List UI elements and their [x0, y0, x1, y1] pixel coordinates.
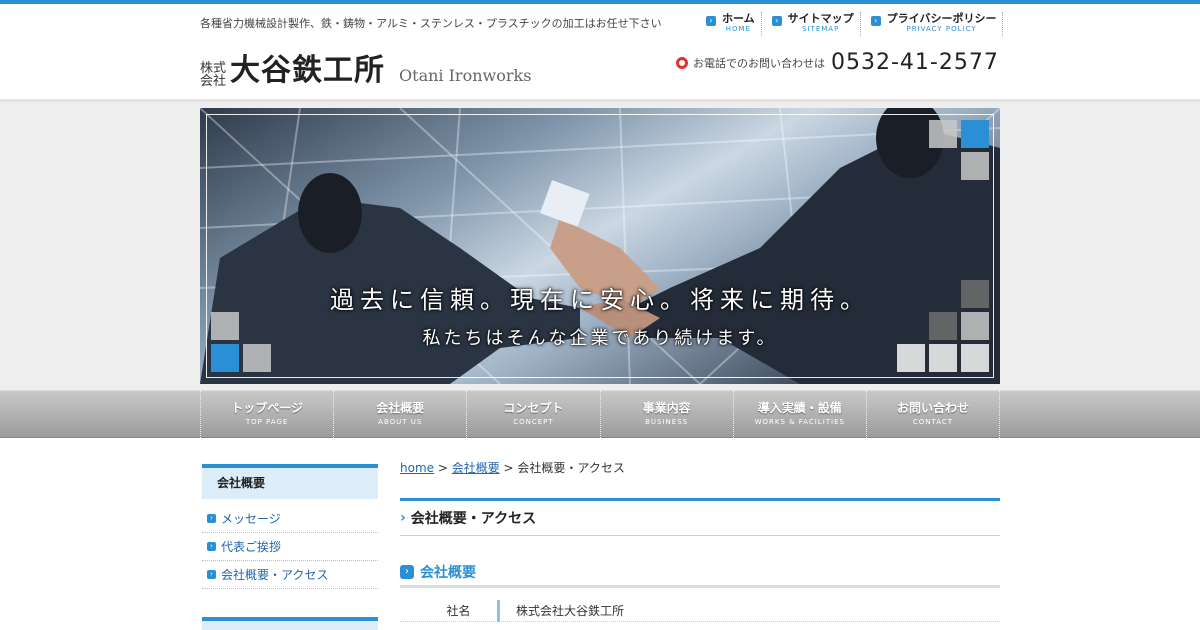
section-title: 会社概要 — [420, 564, 476, 581]
logo-company-name: 大谷鉄工所 — [230, 53, 386, 88]
page-title-box: › 会社概要・アクセス — [400, 498, 1000, 536]
utility-nav: › ホーム HOME › サイトマップ SITEMAP › プライバシーポリシー… — [700, 12, 1007, 36]
hero-headline: 過去に信頼。現在に安心。将来に期待。 — [330, 286, 870, 314]
chevron-right-icon: › — [771, 16, 782, 26]
nav-business[interactable]: 事業内容 BUSINESS — [599, 390, 733, 438]
decor-square — [961, 120, 989, 148]
chevron-right-icon: › — [207, 570, 216, 579]
site-header: 各種省力機械設計製作、鉄・鋳物・アルミ・ステンレス・プラスチックの加工はお任せ下… — [0, 4, 1200, 100]
sidebar-item-greeting[interactable]: › 代表ご挨拶 — [202, 533, 378, 561]
sidebar-item-label: メッセージ — [221, 512, 281, 526]
util-nav-sitemap[interactable]: › サイトマップ SITEMAP — [766, 12, 861, 36]
sidebar-heading: 会社概要 — [202, 464, 378, 499]
page-title: 会社概要・アクセス — [410, 511, 537, 527]
header-tagline: 各種省力機械設計製作、鉄・鋳物・アルミ・ステンレス・プラスチックの加工はお任せ下… — [200, 17, 662, 30]
info-value: 株式会社大谷鉄工所 — [516, 604, 625, 618]
sidebar-item-label: 代表ご挨拶 — [221, 540, 282, 554]
breadcrumb-about[interactable]: 会社概要 — [452, 461, 500, 475]
chevron-right-icon: › — [870, 16, 881, 26]
sidebar-item-message[interactable]: › メッセージ — [202, 505, 378, 533]
sidebar-list: › メッセージ › 代表ご挨拶 › 会社概要・アクセス — [202, 505, 378, 589]
nav-concept[interactable]: コンセプト CONCEPT — [466, 390, 599, 438]
hero-banner: 過去に信頼。現在に安心。将来に期待。 私たちはそんな企業であり続けます。 — [200, 108, 1000, 384]
sidebar: 会社概要 › メッセージ › 代表ご挨拶 › 会社概要・アクセス — [202, 464, 378, 589]
phone-label: お電話でのお問い合わせは — [693, 56, 825, 70]
logo-company-type: 株式 会社 — [200, 62, 226, 88]
nav-works-facilities[interactable]: 導入実績・設備 WORKS & FACILITIES — [732, 390, 866, 438]
nav-top-page[interactable]: トップページ TOP PAGE — [200, 390, 333, 438]
chevron-right-icon: › — [706, 16, 716, 26]
site-logo[interactable]: 株式 会社 大谷鉄工所 Otani Ironworks — [200, 48, 532, 89]
info-key: 社名 — [400, 599, 500, 622]
sidebar-heading-next — [202, 617, 378, 630]
phone-bullet-icon — [676, 56, 688, 69]
chevron-right-icon: › — [400, 510, 406, 526]
global-nav: トップページ TOP PAGE 会社概要 ABOUT US コンセプト CONC… — [200, 390, 1001, 438]
logo-english-name: Otani Ironworks — [399, 66, 532, 85]
chevron-right-icon: › — [400, 564, 414, 579]
decor-square — [929, 120, 957, 148]
hero-subheadline: 私たちはそんな企業であり続けます。 — [422, 328, 778, 349]
sidebar-item-company-access[interactable]: › 会社概要・アクセス — [202, 561, 378, 589]
info-row-company-name: 社名 株式会社大谷鉄工所 — [400, 599, 1000, 622]
nav-contact[interactable]: お問い合わせ CONTACT — [865, 390, 1001, 438]
phone-contact: お電話でのお問い合わせは 0532-41-2577 — [676, 50, 999, 75]
breadcrumb-home[interactable]: home — [400, 461, 434, 475]
main-content: home > 会社概要 > 会社概要・アクセス › 会社概要・アクセス › 会社… — [400, 456, 1000, 622]
chevron-right-icon: › — [207, 542, 216, 551]
phone-number[interactable]: 0532-41-2577 — [831, 50, 999, 75]
breadcrumb: home > 会社概要 > 会社概要・アクセス — [400, 461, 625, 475]
section-heading: › 会社概要 — [400, 562, 1000, 588]
util-nav-privacy[interactable]: › プライバシーポリシー PRIVACY POLICY — [865, 12, 1004, 36]
chevron-right-icon: › — [207, 514, 216, 523]
breadcrumb-current: 会社概要・アクセス — [517, 461, 625, 475]
nav-about-us[interactable]: 会社概要 ABOUT US — [333, 390, 466, 438]
decor-square — [961, 152, 989, 180]
sidebar-item-label: 会社概要・アクセス — [221, 568, 329, 582]
logo-kaisha: 会社 — [200, 74, 227, 89]
util-nav-home[interactable]: › ホーム HOME — [700, 12, 762, 36]
